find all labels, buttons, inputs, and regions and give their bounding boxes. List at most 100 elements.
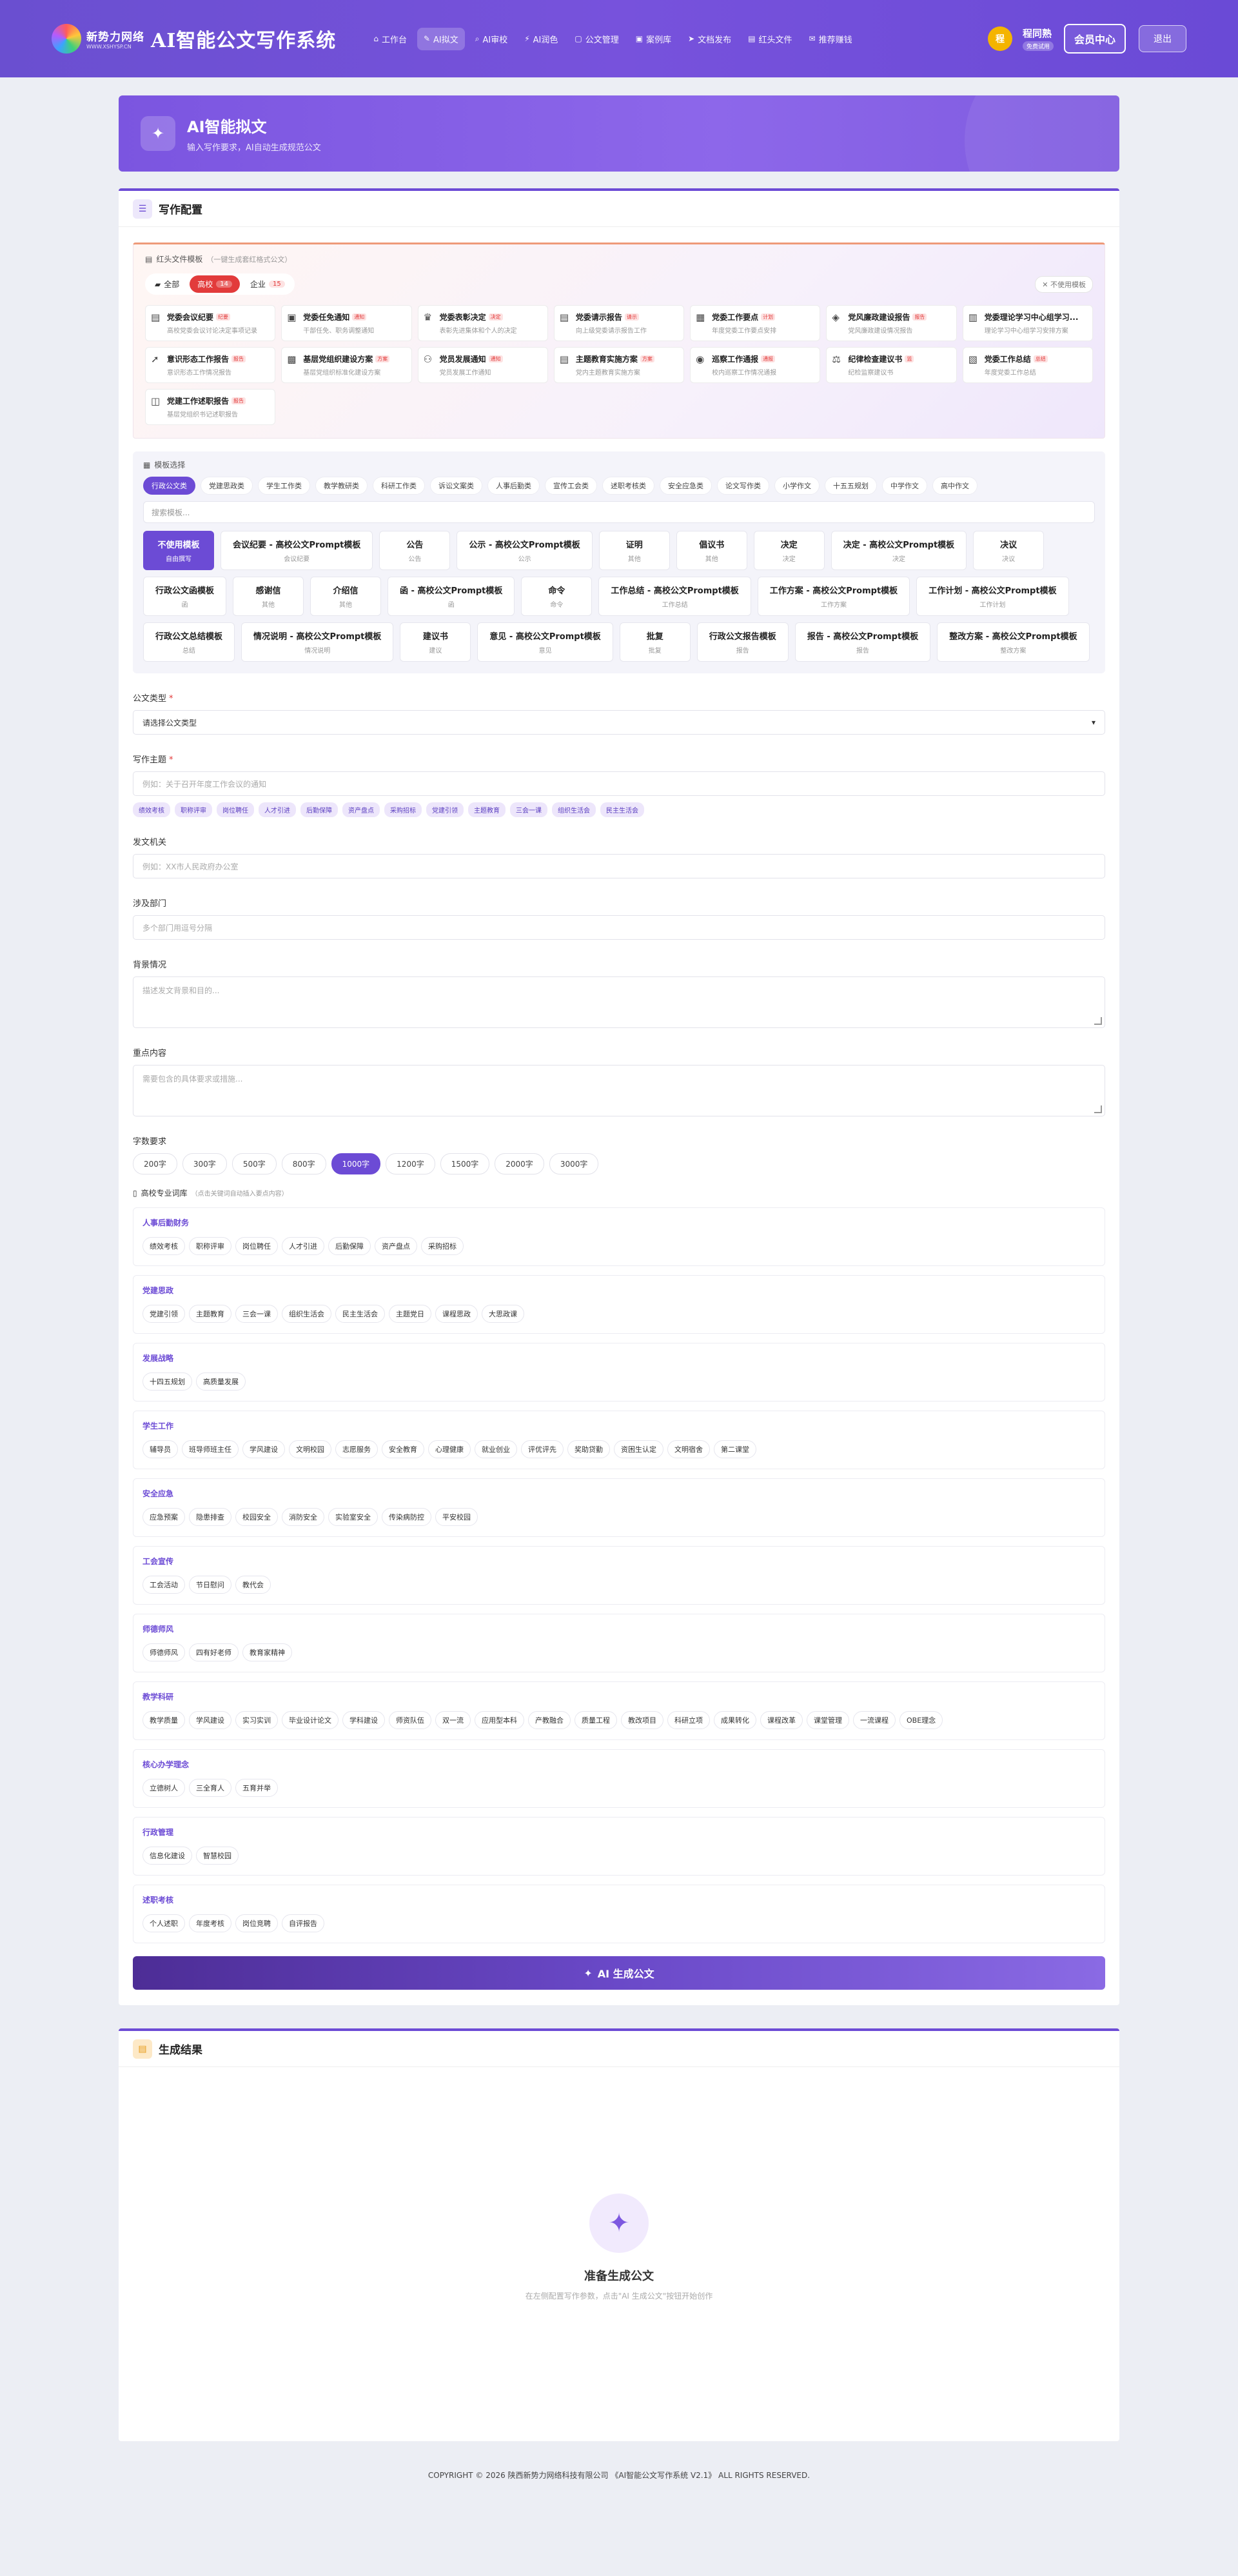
vocab-keyword[interactable]: 毕业设计论文 <box>282 1711 339 1729</box>
nav-item-8[interactable]: ✉ 推荐赚钱 <box>803 28 859 50</box>
topic-chip[interactable]: 组织生活会 <box>552 802 596 817</box>
vocab-keyword[interactable]: 师德师风 <box>142 1643 185 1661</box>
template-option-button[interactable]: 情况说明 - 高校公文Prompt模板 情况说明 <box>241 622 394 662</box>
vocab-keyword[interactable]: 人才引进 <box>282 1237 324 1255</box>
vocab-keyword[interactable]: 第二课堂 <box>714 1440 756 1458</box>
vocab-keyword[interactable]: 平安校园 <box>435 1508 478 1526</box>
word-count-option[interactable]: 500字 <box>231 1153 277 1174</box>
vocab-keyword[interactable]: 个人述职 <box>142 1914 185 1932</box>
nav-item-4[interactable]: ▢ 公文管理 <box>568 28 625 50</box>
template-type-tab[interactable]: 安全应急类 <box>660 477 712 495</box>
vocab-keyword[interactable]: 课程思政 <box>435 1305 478 1323</box>
vocab-keyword[interactable]: 教代会 <box>235 1576 271 1594</box>
vocab-keyword[interactable]: 安全教育 <box>382 1440 424 1458</box>
redhead-template-card[interactable]: ▤ 主题教育实施方案 方案 党内主题教育实施方案 <box>553 347 685 383</box>
vocab-keyword[interactable]: 信息化建设 <box>142 1847 192 1865</box>
redhead-template-card[interactable]: ♛ 党委表彰决定 决定 表彰先进集体和个人的决定 <box>417 305 548 341</box>
topic-chip[interactable]: 人才引进 <box>259 802 296 817</box>
word-count-option[interactable]: 300字 <box>182 1153 227 1174</box>
template-option-button[interactable]: 函 - 高校公文Prompt模板函 <box>388 577 515 616</box>
template-option-button[interactable]: 建议书 建议 <box>400 622 471 662</box>
nav-item-6[interactable]: ➤ 文档发布 <box>682 28 738 50</box>
redhead-template-card[interactable]: ▤ 党委请示报告 请示 向上级党委请示报告工作 <box>553 305 685 341</box>
template-option-button[interactable]: 决定 - 高校公文Prompt模板 决定 <box>830 531 967 570</box>
user-avatar[interactable]: 程 <box>987 26 1012 51</box>
vocab-keyword[interactable]: 科研立项 <box>667 1711 710 1729</box>
key-content-textarea[interactable]: 需要包含的具体要求或措施... <box>133 1065 1105 1116</box>
vocab-keyword[interactable]: 心理健康 <box>428 1440 471 1458</box>
template-type-tab[interactable]: 学生工作类 <box>258 477 310 495</box>
vocab-keyword[interactable]: OBE理念 <box>899 1711 943 1729</box>
dept-input[interactable]: 多个部门用逗号分隔 <box>133 915 1105 940</box>
vocab-keyword[interactable]: 课程改革 <box>760 1711 803 1729</box>
template-type-tab[interactable]: 行政公文类 <box>143 477 195 495</box>
topic-chip[interactable]: 采购招标 <box>384 802 422 817</box>
vocab-keyword[interactable]: 党建引领 <box>142 1305 185 1323</box>
word-count-option[interactable]: 1500字 <box>440 1153 490 1174</box>
template-type-tab[interactable]: 高中作文 <box>932 477 978 495</box>
redhead-template-card[interactable]: ⚖ 纪律检查建议书监纪检监察建议书 <box>826 347 957 383</box>
vocab-keyword[interactable]: 奖助贷勤 <box>567 1440 610 1458</box>
word-count-option[interactable]: 1200字 <box>386 1153 435 1174</box>
redhead-template-card[interactable]: ▩ 基层党组织建设方案 方案 基层党组织标准化建设方案 <box>281 347 412 383</box>
vocab-keyword[interactable]: 主题教育 <box>189 1305 231 1323</box>
vocab-keyword[interactable]: 文明宿舍 <box>667 1440 710 1458</box>
redhead-template-card[interactable]: ◫ 党建工作述职报告 报告 基层党组织书记述职报告 <box>145 389 276 425</box>
vocab-keyword[interactable]: 四有好老师 <box>189 1643 239 1661</box>
vocab-keyword[interactable]: 应急预案 <box>142 1508 185 1526</box>
template-type-tab[interactable]: 诉讼文案类 <box>430 477 482 495</box>
word-count-option[interactable]: 800字 <box>281 1153 326 1174</box>
vocab-keyword[interactable]: 师资队伍 <box>389 1711 431 1729</box>
template-option-button[interactable]: 整改方案 - 高校公文Prompt模板 整改方案 <box>937 622 1090 662</box>
redhead-category-0[interactable]: ▰ 全部 <box>147 275 187 293</box>
vocab-keyword[interactable]: 学科建设 <box>342 1711 385 1729</box>
vocab-keyword[interactable]: 产教融合 <box>528 1711 571 1729</box>
vocab-keyword[interactable]: 绩效考核 <box>142 1237 185 1255</box>
redhead-template-card[interactable]: ◉ 巡察工作通报 通报 校内巡察工作情况通报 <box>690 347 821 383</box>
word-count-option[interactable]: 3000字 <box>549 1153 599 1174</box>
topic-chip[interactable]: 三会一课 <box>510 802 547 817</box>
topic-chip[interactable]: 职称评审 <box>175 802 212 817</box>
generate-button[interactable]: ✦ AI 生成公文 <box>133 1956 1105 1990</box>
template-option-button[interactable]: 工作方案 - 高校公文Prompt模板 工作方案 <box>757 577 910 616</box>
vocab-keyword[interactable]: 应用型本科 <box>475 1711 524 1729</box>
vocab-keyword[interactable]: 三全育人 <box>189 1779 231 1797</box>
vocab-keyword[interactable]: 组织生活会 <box>282 1305 331 1323</box>
redhead-template-card[interactable]: ▧ 党委工作总结 总结 年度党委工作总结 <box>962 347 1093 383</box>
template-option-button[interactable]: 意见 - 高校公文Prompt模板 意见 <box>477 622 613 662</box>
topic-chip[interactable]: 主题教育 <box>468 802 506 817</box>
nav-item-5[interactable]: ▣ 案例库 <box>629 28 678 50</box>
topic-chip[interactable]: 绩效考核 <box>133 802 170 817</box>
issuer-input[interactable]: 例如：XX市人民政府办公室 <box>133 854 1105 878</box>
vocab-keyword[interactable]: 后勤保障 <box>328 1237 371 1255</box>
nav-item-3[interactable]: ⚡ AI润色 <box>518 28 564 50</box>
vocab-keyword[interactable]: 智慧校园 <box>196 1847 239 1865</box>
vocab-keyword[interactable]: 高质量发展 <box>196 1372 246 1391</box>
vocab-keyword[interactable]: 学风建设 <box>242 1440 285 1458</box>
topic-chip[interactable]: 岗位聘任 <box>217 802 254 817</box>
template-type-tab[interactable]: 论文写作类 <box>717 477 769 495</box>
template-type-tab[interactable]: 人事后勤类 <box>487 477 540 495</box>
vocab-keyword[interactable]: 实习实训 <box>235 1711 278 1729</box>
nav-item-2[interactable]: ⌕ AI审校 <box>469 28 514 50</box>
vocab-keyword[interactable]: 三会一课 <box>235 1305 278 1323</box>
template-option-button[interactable]: 决定 决定 <box>753 531 825 570</box>
template-type-tab[interactable]: 小学作文 <box>774 477 820 495</box>
redhead-category-2[interactable]: 企业 15 <box>242 275 293 293</box>
template-search-input[interactable]: 搜索模板... <box>143 501 1095 523</box>
vocab-keyword[interactable]: 岗位聘任 <box>235 1237 278 1255</box>
vocab-keyword[interactable]: 资困生认定 <box>614 1440 663 1458</box>
vocab-keyword[interactable]: 资产盘点 <box>375 1237 417 1255</box>
vocab-keyword[interactable]: 志愿服务 <box>335 1440 378 1458</box>
vocab-keyword[interactable]: 民主生活会 <box>335 1305 385 1323</box>
template-option-button[interactable]: 公示 - 高校公文Prompt模板 公示 <box>457 531 593 570</box>
redhead-category-1[interactable]: 高校 14 <box>190 275 240 293</box>
vocab-keyword[interactable]: 学风建设 <box>189 1711 231 1729</box>
template-option-button[interactable]: 行政公文总结模板 总结 <box>143 622 235 662</box>
topic-chip[interactable]: 后勤保障 <box>300 802 338 817</box>
vocab-keyword[interactable]: 自评报告 <box>282 1914 324 1932</box>
vocab-keyword[interactable]: 十四五规划 <box>142 1372 192 1391</box>
word-count-option[interactable]: 200字 <box>133 1153 177 1174</box>
vocab-keyword[interactable]: 传染病防控 <box>382 1508 431 1526</box>
redhead-template-card[interactable]: ◈ 党风廉政建设报告 报告 党风廉政建设情况报告 <box>826 305 957 341</box>
